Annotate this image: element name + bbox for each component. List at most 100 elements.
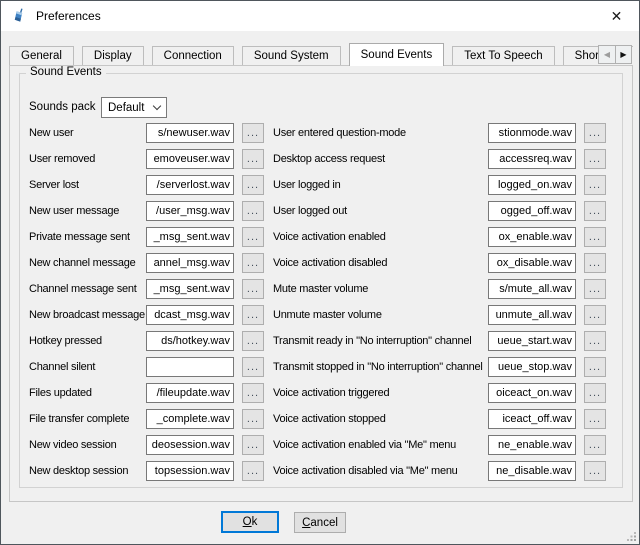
browse-button[interactable]: ... — [584, 435, 606, 455]
tab-sound-system[interactable]: Sound System — [242, 46, 341, 66]
tab-connection[interactable]: Connection — [152, 46, 234, 66]
event-label-voice-activation-enabled-via-me-menu: Voice activation enabled via "Me" menu — [273, 435, 456, 455]
tab-display[interactable]: Display — [82, 46, 144, 66]
event-label-file-transfer-complete: File transfer complete — [29, 409, 129, 429]
sound-file-input[interactable] — [146, 357, 234, 377]
sound-file-input[interactable] — [146, 123, 234, 143]
browse-button[interactable]: ... — [242, 461, 264, 481]
browse-button[interactable]: ... — [242, 383, 264, 403]
sound-file-input[interactable] — [488, 227, 576, 247]
browse-button[interactable]: ... — [584, 175, 606, 195]
sound-file-input[interactable] — [146, 435, 234, 455]
browse-button[interactable]: ... — [584, 331, 606, 351]
sound-file-input[interactable] — [488, 435, 576, 455]
sound-file-input[interactable] — [488, 305, 576, 325]
event-label-voice-activation-enabled: Voice activation enabled — [273, 227, 386, 247]
sounds-pack-select[interactable]: Default — [101, 97, 167, 118]
browse-button[interactable]: ... — [584, 461, 606, 481]
browse-button[interactable]: ... — [242, 201, 264, 221]
browse-button[interactable]: ... — [242, 435, 264, 455]
browse-button[interactable]: ... — [584, 201, 606, 221]
sound-file-input[interactable] — [146, 279, 234, 299]
sound-file-input[interactable] — [488, 279, 576, 299]
browse-button[interactable]: ... — [584, 305, 606, 325]
tab-scroll-right-icon[interactable]: ▶ — [615, 45, 632, 64]
sound-file-input[interactable] — [146, 409, 234, 429]
sound-file-input[interactable] — [488, 253, 576, 273]
browse-button[interactable]: ... — [242, 331, 264, 351]
browse-button[interactable]: ... — [242, 409, 264, 429]
sound-file-input[interactable] — [146, 331, 234, 351]
cancel-button-label: Cancel — [302, 517, 338, 529]
browse-button[interactable]: ... — [242, 253, 264, 273]
sound-file-input[interactable] — [488, 149, 576, 169]
sound-file-input[interactable] — [146, 149, 234, 169]
sound-file-input[interactable] — [146, 253, 234, 273]
event-label-new-video-session: New video session — [29, 435, 116, 455]
sound-file-input[interactable] — [488, 123, 576, 143]
sound-file-input[interactable] — [488, 409, 576, 429]
browse-button[interactable]: ... — [242, 175, 264, 195]
window-title: Preferences — [36, 9, 101, 23]
resize-grip[interactable] — [627, 532, 637, 542]
event-label-new-broadcast-message: New broadcast message — [29, 305, 145, 325]
sound-file-input[interactable] — [146, 227, 234, 247]
browse-button[interactable]: ... — [584, 253, 606, 273]
browse-button[interactable]: ... — [242, 227, 264, 247]
preferences-dialog: Preferences ✕ General Display Connection So… — [0, 0, 640, 545]
sound-file-input[interactable] — [488, 331, 576, 351]
close-icon[interactable]: ✕ — [594, 1, 639, 31]
sound-file-input[interactable] — [488, 175, 576, 195]
browse-button[interactable]: ... — [584, 383, 606, 403]
sound-file-input[interactable] — [146, 461, 234, 481]
browse-button[interactable]: ... — [242, 357, 264, 377]
event-label-user-entered-question-mode: User entered question-mode — [273, 123, 406, 143]
browse-button[interactable]: ... — [242, 149, 264, 169]
browse-button[interactable]: ... — [584, 279, 606, 299]
event-label-user-logged-in: User logged in — [273, 175, 340, 195]
browse-button[interactable]: ... — [242, 123, 264, 143]
sound-file-input[interactable] — [146, 175, 234, 195]
browse-button[interactable]: ... — [242, 279, 264, 299]
groupbox-title: Sound Events — [26, 66, 106, 78]
app-icon — [11, 8, 27, 24]
event-label-user-removed: User removed — [29, 149, 95, 169]
browse-button[interactable]: ... — [584, 123, 606, 143]
sound-file-input[interactable] — [488, 461, 576, 481]
event-label-desktop-access-request: Desktop access request — [273, 149, 385, 169]
ok-button-label: Ok — [243, 516, 258, 528]
event-label-new-channel-message: New channel message — [29, 253, 136, 273]
browse-button[interactable]: ... — [242, 305, 264, 325]
sound-file-input[interactable] — [146, 201, 234, 221]
ok-button[interactable]: Ok — [221, 511, 279, 533]
event-label-new-user: New user — [29, 123, 73, 143]
browse-button[interactable]: ... — [584, 409, 606, 429]
tab-scroll-buttons: ◀ ▶ — [598, 45, 632, 64]
event-label-transmit-stopped-in-no-interruption-channel: Transmit stopped in "No interruption" ch… — [273, 357, 483, 377]
event-label-mute-master-volume: Mute master volume — [273, 279, 368, 299]
sound-file-input[interactable] — [146, 305, 234, 325]
tab-text-to-speech[interactable]: Text To Speech — [452, 46, 554, 66]
event-label-private-message-sent: Private message sent — [29, 227, 130, 247]
browse-button[interactable]: ... — [584, 227, 606, 247]
browse-button[interactable]: ... — [584, 357, 606, 377]
tab-sound-events[interactable]: Sound Events — [349, 43, 445, 66]
tab-bar: General Display Connection Sound System Soun… — [9, 43, 633, 66]
event-label-transmit-ready-in-no-interruption-channel: Transmit ready in "No interruption" chan… — [273, 331, 471, 351]
sound-file-input[interactable] — [488, 201, 576, 221]
event-label-unmute-master-volume: Unmute master volume — [273, 305, 382, 325]
tab-scroll-left-icon[interactable]: ◀ — [598, 45, 615, 64]
sounds-pack-value: Default — [108, 102, 144, 114]
sound-file-input[interactable] — [488, 357, 576, 377]
sound-file-input[interactable] — [488, 383, 576, 403]
cancel-button[interactable]: Cancel — [294, 512, 346, 533]
sounds-pack-label: Sounds pack — [29, 97, 96, 118]
event-label-voice-activation-disabled: Voice activation disabled — [273, 253, 387, 273]
sound-file-input[interactable] — [146, 383, 234, 403]
tab-general[interactable]: General — [9, 46, 74, 66]
event-label-channel-silent: Channel silent — [29, 357, 95, 377]
browse-button[interactable]: ... — [584, 149, 606, 169]
event-label-channel-message-sent: Channel message sent — [29, 279, 137, 299]
event-label-new-desktop-session: New desktop session — [29, 461, 128, 481]
event-label-user-logged-out: User logged out — [273, 201, 347, 221]
